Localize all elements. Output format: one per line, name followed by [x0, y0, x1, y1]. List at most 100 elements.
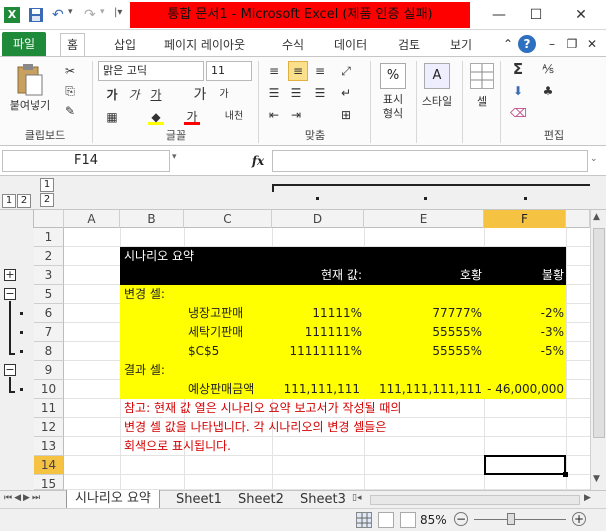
close-button[interactable]: ✕: [566, 4, 596, 26]
decrease-indent-icon[interactable]: ⇤: [266, 107, 282, 123]
help-icon[interactable]: ?: [518, 35, 536, 53]
column-header[interactable]: E: [364, 210, 484, 228]
page-layout-view-icon[interactable]: [378, 512, 394, 528]
fill-color-icon[interactable]: ◆: [148, 109, 164, 125]
normal-view-icon[interactable]: [356, 512, 372, 528]
zoom-slider-thumb[interactable]: [507, 513, 515, 525]
row-header[interactable]: 8: [34, 342, 64, 361]
scroll-right-icon[interactable]: ▶: [584, 493, 591, 503]
italic-button[interactable]: 가: [126, 87, 142, 103]
page-break-view-icon[interactable]: [400, 512, 416, 528]
horizontal-scrollbar[interactable]: [370, 495, 580, 505]
outline-collapse-button[interactable]: −: [4, 288, 16, 300]
tab-data[interactable]: 데이터: [328, 34, 373, 56]
insert-function-button[interactable]: fx: [246, 150, 270, 172]
row-header[interactable]: 3: [34, 266, 64, 285]
row-outline-level-2[interactable]: 2: [17, 194, 31, 208]
bold-button[interactable]: 가: [104, 87, 120, 103]
font-size-select[interactable]: 11: [206, 61, 252, 81]
row-header[interactable]: 2: [34, 247, 64, 266]
align-center-icon[interactable]: ☰: [288, 85, 304, 101]
minimize-button[interactable]: —: [484, 4, 514, 26]
sheet-tab[interactable]: Sheet1: [176, 491, 222, 509]
border-icon[interactable]: ▦: [104, 109, 120, 125]
ribbon-minimize-icon[interactable]: ⌃: [500, 36, 516, 52]
number-format-button[interactable]: 표시 형식: [372, 93, 414, 121]
increase-indent-icon[interactable]: ⇥: [288, 107, 304, 123]
row-header[interactable]: 13: [34, 437, 64, 456]
tab-page-layout[interactable]: 페이지 레이아웃: [158, 34, 251, 56]
doc-close-icon[interactable]: ✕: [584, 36, 600, 52]
sheet-nav-icon[interactable]: ⏮◀▶⏭: [4, 493, 42, 503]
row-header[interactable]: 7: [34, 323, 64, 342]
format-painter-icon[interactable]: ✎: [62, 103, 78, 119]
find-select-icon[interactable]: ♣: [540, 83, 556, 99]
scroll-up-icon[interactable]: ▲: [593, 212, 600, 222]
column-header[interactable]: D: [272, 210, 364, 228]
expand-formula-icon[interactable]: ⌄: [590, 154, 598, 164]
cut-icon[interactable]: ✂: [62, 63, 78, 79]
underline-button[interactable]: 가: [148, 87, 164, 103]
align-bottom-icon[interactable]: ≡: [312, 63, 328, 79]
zoom-level[interactable]: 85%: [420, 512, 447, 528]
fill-icon[interactable]: ⬇: [510, 83, 526, 99]
row-outline-level-1[interactable]: 1: [2, 194, 16, 208]
name-box[interactable]: F14: [2, 150, 170, 172]
undo-dropdown-icon[interactable]: ▾: [68, 7, 84, 23]
sheet-tab[interactable]: Sheet2: [238, 491, 284, 509]
paste-icon[interactable]: [14, 63, 44, 97]
customize-toolbar-icon[interactable]: |▾: [114, 7, 130, 23]
merge-center-icon[interactable]: ⊞: [338, 107, 354, 123]
zoom-out-icon[interactable]: −: [454, 512, 468, 526]
row-header[interactable]: 12: [34, 418, 64, 437]
tab-formulas[interactable]: 수식: [276, 34, 310, 56]
font-color-button[interactable]: 가: [184, 109, 200, 125]
row-header[interactable]: 14: [34, 456, 64, 475]
tab-home[interactable]: 홈: [60, 33, 86, 57]
name-box-dropdown-icon[interactable]: ▾: [172, 152, 182, 162]
tab-view[interactable]: 보기: [444, 34, 478, 56]
shrink-font-button[interactable]: 가: [216, 87, 232, 103]
undo-icon[interactable]: ↶: [52, 7, 68, 23]
orientation-icon[interactable]: ⤢: [338, 63, 354, 79]
row-header[interactable]: 5: [34, 285, 64, 304]
zoom-slider[interactable]: [474, 519, 566, 520]
tab-review[interactable]: 검토: [392, 34, 426, 56]
vertical-scrollbar[interactable]: ▲ ▼: [590, 210, 606, 490]
row-header[interactable]: 10: [34, 380, 64, 399]
zoom-in-icon[interactable]: +: [572, 512, 586, 526]
wrap-text-icon[interactable]: ↵: [338, 85, 354, 101]
outline-collapse-button[interactable]: −: [4, 364, 16, 376]
grow-font-button[interactable]: 가: [192, 87, 208, 103]
maximize-button[interactable]: ☐: [521, 4, 551, 26]
clear-icon[interactable]: ⌫: [510, 105, 527, 121]
row-header[interactable]: 1: [34, 228, 64, 247]
column-header[interactable]: B: [120, 210, 184, 228]
styles-button[interactable]: 스타일: [414, 93, 460, 109]
insert-sheet-icon[interactable]: ▯◂: [352, 493, 361, 503]
cells-icon[interactable]: [470, 63, 494, 89]
redo-icon[interactable]: ↷: [84, 7, 100, 23]
formula-input[interactable]: [272, 150, 588, 172]
doc-restore-icon[interactable]: ❐: [564, 36, 580, 52]
row-header[interactable]: 6: [34, 304, 64, 323]
fill-handle[interactable]: [563, 472, 568, 477]
tab-file[interactable]: 파일: [2, 32, 46, 56]
align-top-icon[interactable]: ≡: [266, 63, 282, 79]
sheet-tab-active[interactable]: 시나리오 요약: [66, 490, 160, 509]
col-outline-level-2[interactable]: 2: [40, 193, 54, 207]
doc-minimize-icon[interactable]: –: [544, 36, 560, 52]
number-format-icon[interactable]: %: [380, 63, 406, 89]
outline-expand-button[interactable]: +: [4, 269, 16, 281]
selected-cell[interactable]: [484, 455, 566, 475]
styles-icon[interactable]: A: [424, 63, 450, 89]
col-outline-level-1[interactable]: 1: [40, 178, 54, 192]
cells-button[interactable]: 셀: [464, 93, 500, 109]
tab-insert[interactable]: 삽입: [108, 34, 142, 56]
phonetic-button[interactable]: 내천: [222, 109, 246, 125]
save-icon[interactable]: [28, 7, 44, 23]
scroll-thumb[interactable]: [593, 228, 605, 438]
copy-icon[interactable]: ⎘: [62, 83, 78, 99]
paste-button[interactable]: 붙여넣기: [4, 97, 56, 113]
sheet-tab[interactable]: Sheet3: [300, 491, 346, 509]
